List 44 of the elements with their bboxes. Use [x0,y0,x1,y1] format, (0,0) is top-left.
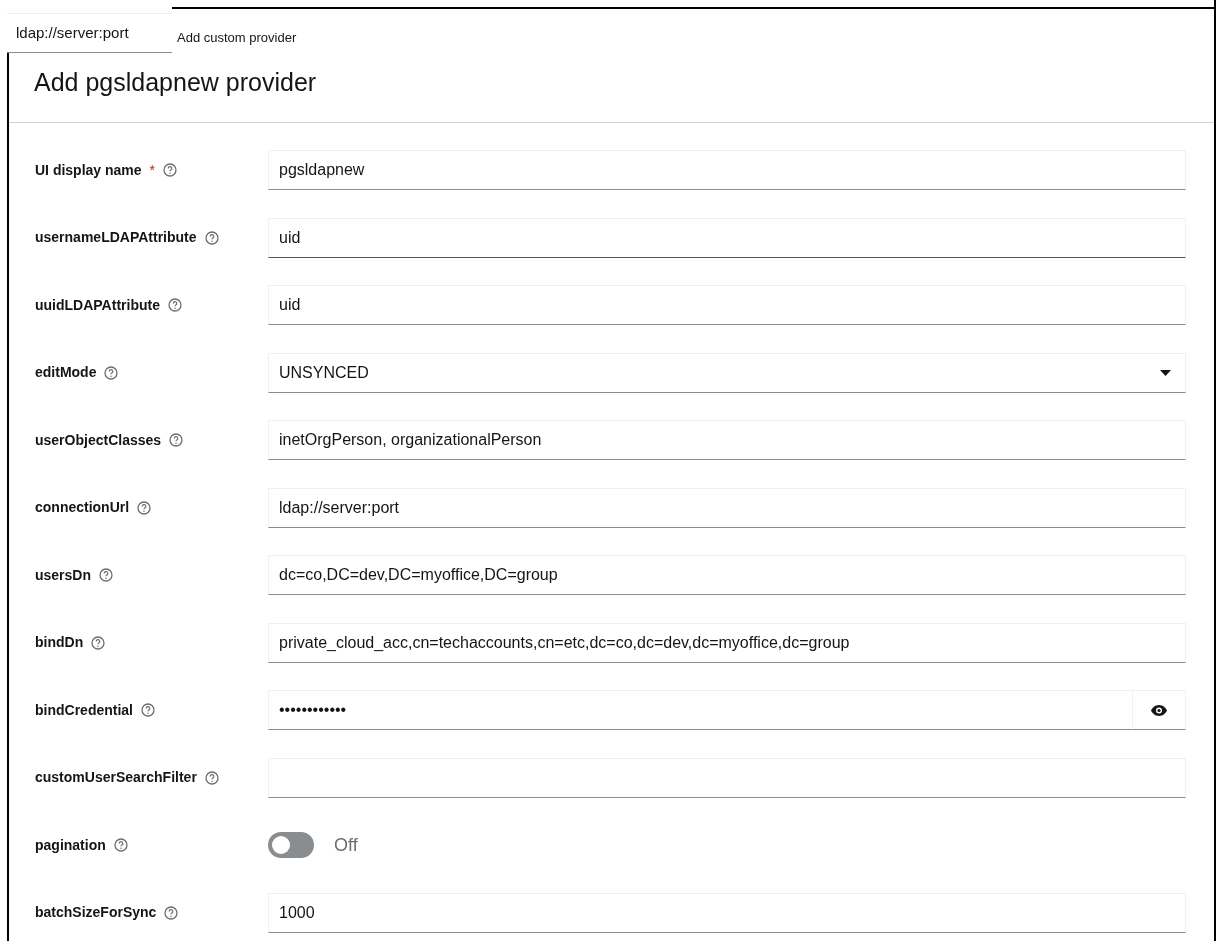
page-title: Add pgsldapnew provider [34,66,317,98]
caret-icon [1160,369,1171,376]
field-label: userObjectClasses [35,430,162,450]
help-icon[interactable] [113,838,128,852]
text-field[interactable]: pgsldapnew [268,150,1186,190]
help-icon[interactable] [99,568,114,582]
breadcrumb: Add custom provider [177,29,297,47]
help-icon[interactable] [204,770,219,785]
field-label: UI display name [35,160,142,180]
field-label: pagination [35,835,106,855]
field-label: customUserSearchFilter [35,768,197,787]
field-label: bindCredential [35,700,133,720]
field-label: usernameLDAPAttribute [35,228,197,247]
text-field[interactable]: inetOrgPerson, organizationalPerson [268,420,1186,460]
field-label: usersDn [35,565,92,585]
help-icon[interactable] [169,433,184,447]
field-label: bindDn [35,633,84,652]
help-icon[interactable] [104,365,119,380]
help-icon[interactable] [91,635,106,650]
text-field[interactable]: dc=co,DC=dev,DC=myoffice,DC=group [268,555,1186,595]
select-field[interactable]: UNSYNCED [268,352,1186,393]
help-icon[interactable] [137,500,152,515]
text-field[interactable]: uid [268,285,1186,325]
toggle-switch[interactable] [268,832,314,858]
text-field[interactable]: private_cloud_acc,cn=techaccounts,cn=etc,dc=co,dc=dev,dc=myoffice,dc=group [268,622,1186,663]
show-password-button[interactable] [1133,690,1186,730]
required-asterisk: * [149,160,156,180]
help-icon[interactable] [204,230,219,245]
text-field[interactable]: 1000 [268,892,1186,933]
help-icon[interactable] [163,163,178,177]
field-label: editMode [35,363,97,382]
password-field[interactable]: •••••••••••• [268,690,1133,730]
help-icon[interactable] [167,298,182,312]
field-label: connectionUrl [35,498,130,517]
text-field[interactable]: uid [268,217,1186,258]
eye-icon [1151,704,1167,716]
field-label: batchSizeForSync [35,903,157,922]
help-icon[interactable] [141,703,155,717]
toggle-state-label: Off [334,833,358,857]
text-field[interactable] [268,757,1186,798]
help-icon[interactable] [164,905,179,920]
tooltip: ldap://server:port [7,13,172,53]
field-label: uuidLDAPAttribute [35,295,160,315]
text-field[interactable]: ldap://server:port [268,487,1186,528]
